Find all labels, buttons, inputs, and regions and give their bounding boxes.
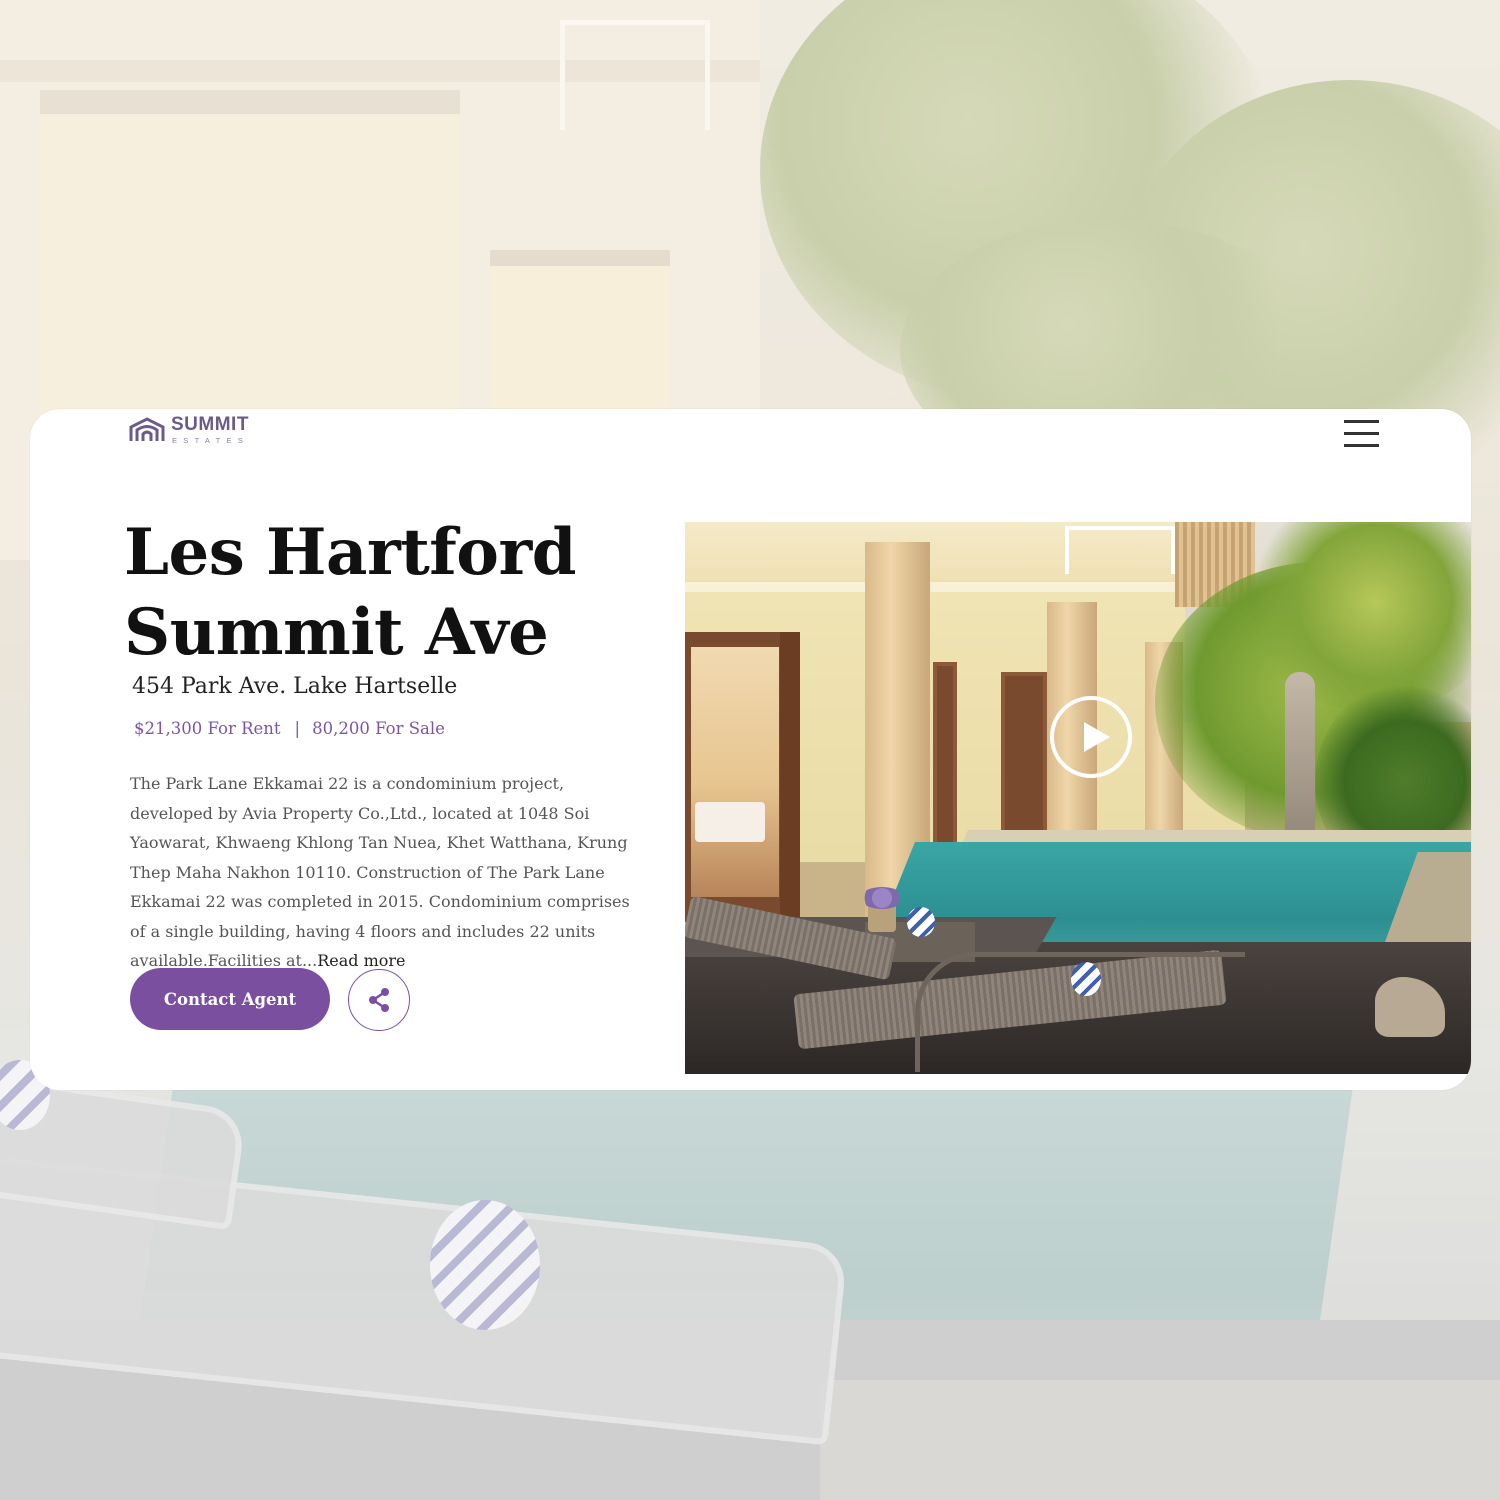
photo-bed <box>695 802 765 842</box>
share-icon <box>369 988 389 1012</box>
listing-card: SUMMIT ESTATES Les Hartford Summit Ave 4… <box>30 409 1471 1090</box>
price-row: $21,300 For Rent | 80,200 For Sale <box>134 719 445 738</box>
background-deck <box>820 1380 1500 1500</box>
photo-window <box>1001 672 1047 852</box>
price-separator: | <box>294 719 301 738</box>
brand-subtitle: ESTATES <box>172 436 250 445</box>
photo-interior <box>691 647 779 897</box>
contact-agent-button[interactable]: Contact Agent <box>130 968 330 1030</box>
property-title-line: Summit Ave <box>124 595 549 670</box>
background-balcony-rail <box>560 20 710 130</box>
play-icon <box>1084 722 1110 752</box>
hamburger-menu-icon[interactable] <box>1340 419 1380 451</box>
menu-bar <box>1344 420 1379 423</box>
property-title-line: Les Hartford <box>124 515 576 590</box>
description-text: The Park Lane Ekkamai 22 is a condominiu… <box>130 774 630 970</box>
play-video-button[interactable] <box>1050 696 1132 778</box>
photo-towel <box>907 907 935 937</box>
photo-towel <box>1071 962 1101 996</box>
rent-price: $21,300 For Rent <box>134 719 281 738</box>
background-window-recess <box>40 90 460 420</box>
brand-logo[interactable]: SUMMIT ESTATES <box>129 414 299 454</box>
property-description: The Park Lane Ekkamai 22 is a condominiu… <box>130 769 650 976</box>
menu-bar <box>1344 432 1379 435</box>
sale-price: 80,200 For Sale <box>312 719 445 738</box>
background-towel <box>430 1200 540 1330</box>
property-photo[interactable] <box>685 522 1471 1074</box>
house-arch-icon <box>129 417 165 441</box>
read-more-link[interactable]: Read more <box>317 951 405 970</box>
photo-balcony-rail <box>1065 526 1175 574</box>
brand-name: SUMMIT <box>171 414 249 435</box>
property-title: Les Hartford Summit Ave <box>124 513 576 673</box>
photo-door-frame <box>780 632 800 922</box>
photo-flowers <box>860 887 904 909</box>
share-button[interactable] <box>348 969 410 1031</box>
brand-logo-text: SUMMIT ESTATES <box>171 414 249 445</box>
photo-window <box>933 662 957 862</box>
property-address: 454 Park Ave. Lake Hartselle <box>132 674 458 699</box>
photo-garden-statue <box>1285 672 1315 832</box>
menu-bar <box>1344 444 1379 447</box>
